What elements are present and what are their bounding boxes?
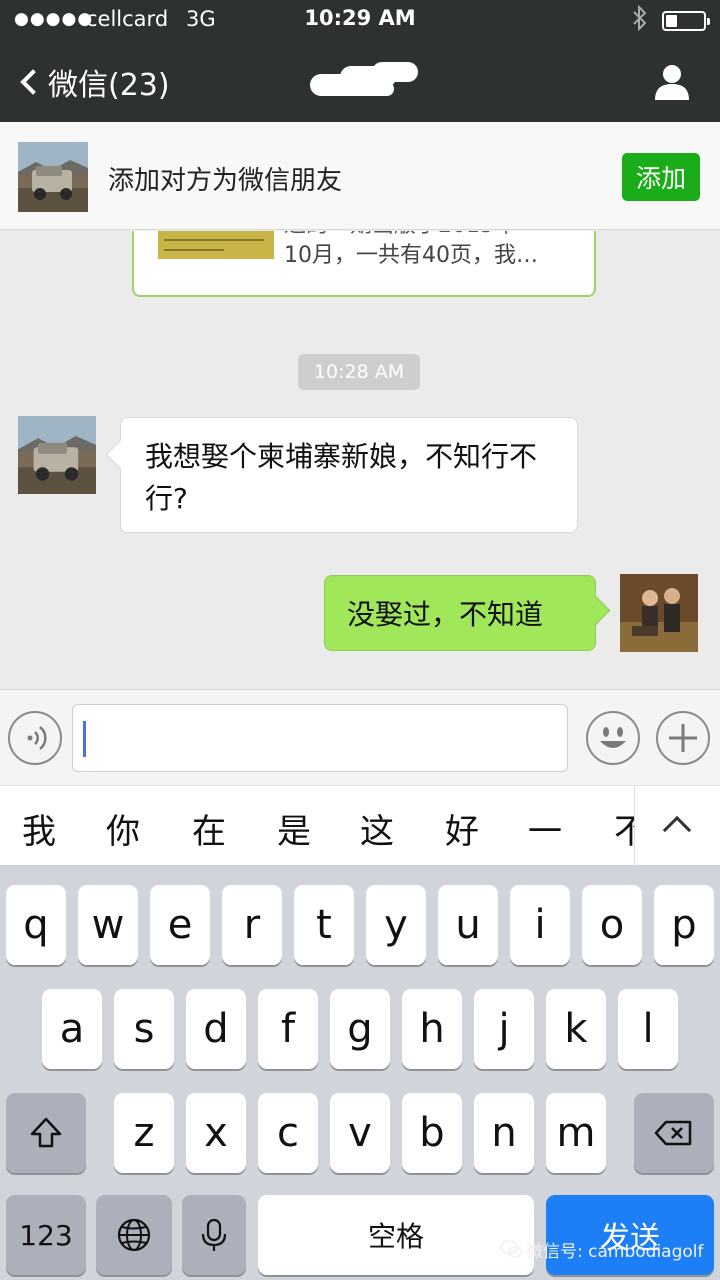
numbers-key[interactable]: 123 <box>6 1195 86 1275</box>
text-caret <box>83 721 86 757</box>
backspace-key[interactable] <box>634 1093 714 1173</box>
candidate-word[interactable]: 是 <box>277 804 311 853</box>
key-j[interactable]: j <box>474 989 534 1069</box>
shift-key[interactable] <box>6 1093 86 1173</box>
back-label: 微信(23) <box>48 68 170 103</box>
key-e[interactable]: e <box>150 885 210 965</box>
status-bar: ●●●●● cellcard 3G 10:29 AM <box>0 0 720 40</box>
more-options-button[interactable] <box>656 711 710 765</box>
backspace-icon <box>654 1120 692 1146</box>
candidate-word[interactable]: 在 <box>192 804 226 853</box>
battery-level <box>666 15 677 27</box>
key-f[interactable]: f <box>258 989 318 1069</box>
candidate-word[interactable]: 不 <box>614 804 634 853</box>
emoji-button[interactable] <box>586 711 640 765</box>
add-friend-bar: 添加对方为微信朋友 添加 <box>0 122 720 230</box>
expand-candidates-button[interactable] <box>634 786 720 866</box>
smiley-icon <box>600 727 626 748</box>
key-w[interactable]: w <box>78 885 138 965</box>
key-k[interactable]: k <box>546 989 606 1069</box>
voice-icon <box>27 726 47 750</box>
message-input[interactable] <box>72 704 568 772</box>
key-d[interactable]: d <box>186 989 246 1069</box>
key-z[interactable]: z <box>114 1093 174 1173</box>
key-x[interactable]: x <box>186 1093 246 1173</box>
shared-article-card[interactable]: 近的一期出版于2015年 10月，一共有40页，我… <box>132 231 596 297</box>
back-button[interactable]: 微信(23) <box>18 60 170 104</box>
chat-area[interactable]: 近的一期出版于2015年 10月，一共有40页，我… 10:28 AM 我想娶个… <box>0 231 720 689</box>
key-u[interactable]: u <box>438 885 498 965</box>
voice-input-button[interactable] <box>8 711 62 765</box>
microphone-key[interactable] <box>182 1195 246 1275</box>
clock: 10:29 AM <box>304 6 416 30</box>
microphone-icon <box>201 1218 227 1251</box>
message-input-bar <box>0 689 720 785</box>
key-o[interactable]: o <box>582 885 642 965</box>
key-b[interactable]: b <box>402 1093 462 1173</box>
chevron-up-icon <box>662 815 692 845</box>
space-key[interactable]: 空格 <box>258 1195 534 1275</box>
ime-candidate-bar: 我 你 在 是 这 好 一 不 <box>0 785 720 866</box>
contact-avatar[interactable] <box>18 142 88 212</box>
my-avatar[interactable] <box>620 574 698 652</box>
key-c[interactable]: c <box>258 1093 318 1173</box>
key-q[interactable]: q <box>6 885 66 965</box>
globe-icon <box>117 1218 151 1252</box>
candidate-word[interactable]: 好 <box>445 804 479 853</box>
candidate-clip: 不 <box>600 786 634 866</box>
key-i[interactable]: i <box>510 885 570 965</box>
shift-icon <box>30 1117 62 1148</box>
add-friend-text: 添加对方为微信朋友 <box>108 166 343 196</box>
key-h[interactable]: h <box>402 989 462 1069</box>
article-thumbnail <box>158 231 274 259</box>
add-friend-button[interactable]: 添加 <box>622 153 700 201</box>
bluetooth-icon <box>632 4 648 37</box>
key-g[interactable]: g <box>330 989 390 1069</box>
key-y[interactable]: y <box>366 885 426 965</box>
wechat-logo-icon <box>500 1239 522 1258</box>
watermark: 微信号: cambodiagolf <box>500 1236 714 1262</box>
top-bar: ●●●●● cellcard 3G 10:29 AM 微信(23) <box>0 0 720 122</box>
key-p[interactable]: p <box>654 885 714 965</box>
article-desc-line2: 10月，一共有40页，我… <box>284 243 538 268</box>
watermark-text: 微信号: cambodiagolf <box>526 1241 704 1262</box>
key-l[interactable]: l <box>618 989 678 1069</box>
sender-avatar[interactable] <box>18 416 96 494</box>
battery-icon <box>662 11 710 31</box>
key-t[interactable]: t <box>294 885 354 965</box>
candidate-word[interactable]: 我 <box>22 804 56 853</box>
candidate-word[interactable]: 这 <box>360 804 394 853</box>
plus-icon <box>669 724 697 752</box>
key-m[interactable]: m <box>546 1093 606 1173</box>
candidate-word[interactable]: 一 <box>528 804 562 853</box>
contact-info-icon[interactable] <box>652 62 692 102</box>
chevron-left-icon <box>20 69 46 95</box>
received-message-bubble[interactable]: 我想娶个柬埔寨新娘，不知行不行? <box>120 417 578 533</box>
sent-message-bubble[interactable]: 没娶过，不知道 <box>324 575 596 651</box>
key-n[interactable]: n <box>474 1093 534 1173</box>
globe-key[interactable] <box>96 1195 172 1275</box>
key-a[interactable]: a <box>42 989 102 1069</box>
candidate-word[interactable]: 你 <box>106 804 140 853</box>
key-r[interactable]: r <box>222 885 282 965</box>
message-timestamp: 10:28 AM <box>298 354 420 390</box>
keyboard: q w e r t y u i o p a s d f g h j k l z … <box>0 865 720 1280</box>
key-s[interactable]: s <box>114 989 174 1069</box>
send-key[interactable]: 发送 <box>546 1195 714 1275</box>
key-v[interactable]: v <box>330 1093 390 1173</box>
chat-title-redacted <box>310 62 420 96</box>
